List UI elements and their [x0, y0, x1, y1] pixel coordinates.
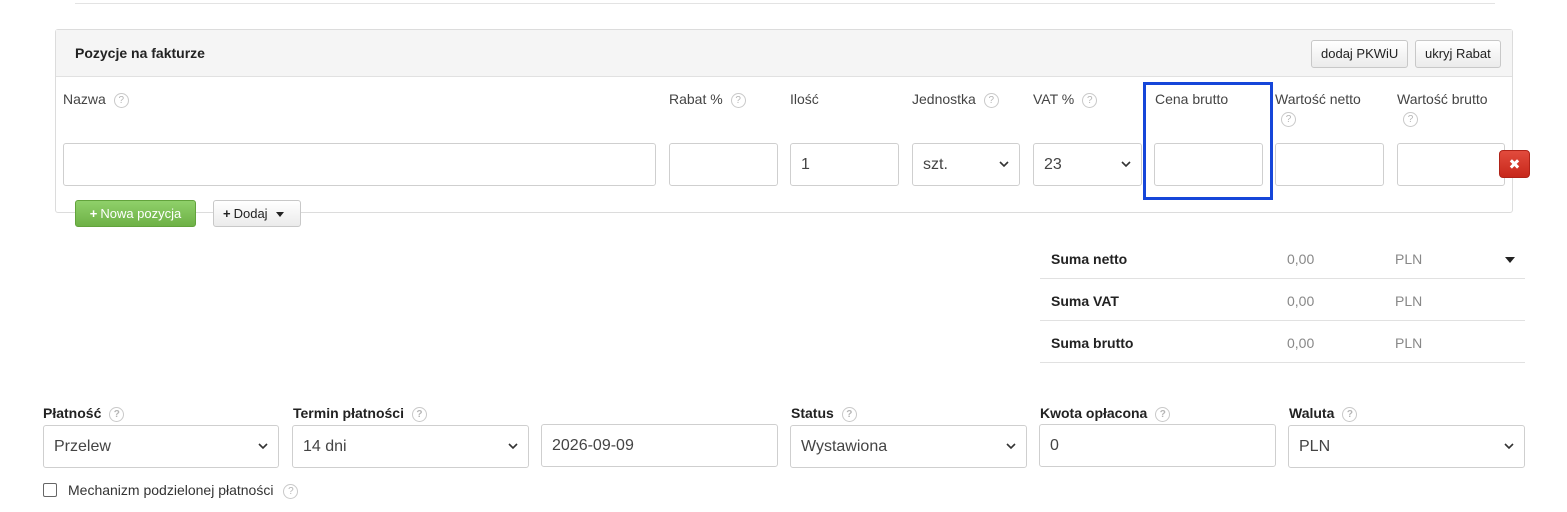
- column-header-name-label: Nazwa: [63, 91, 106, 107]
- chevron-down-icon: [1121, 161, 1131, 168]
- column-header-gross-value: Wartość brutto ?: [1397, 91, 1488, 127]
- item-unit-selected: szt.: [923, 156, 948, 173]
- summary-label: Suma netto: [1051, 251, 1128, 267]
- split-payment-checkbox[interactable]: [43, 483, 57, 497]
- item-net-value-input[interactable]: [1275, 143, 1384, 186]
- currency-label-text: Waluta: [1289, 405, 1335, 421]
- summary-currency: PLN: [1395, 335, 1423, 351]
- column-header-net-value: Wartość netto ?: [1275, 91, 1361, 127]
- chevron-down-icon: [508, 443, 518, 450]
- summary-value: 0,00: [1287, 335, 1315, 351]
- item-discount-input[interactable]: [669, 143, 778, 186]
- column-header-vat: VAT %?: [1033, 91, 1098, 108]
- gross-price-highlight: [1143, 82, 1273, 200]
- payment-method-select[interactable]: Przelew: [43, 425, 279, 468]
- caret-down-icon[interactable]: [1505, 257, 1515, 263]
- hide-discount-button[interactable]: ukryj Rabat: [1415, 40, 1501, 68]
- help-icon[interactable]: ?: [1082, 92, 1098, 108]
- summary-label: Suma VAT: [1051, 293, 1119, 309]
- currency-selected: PLN: [1299, 438, 1331, 455]
- column-header-name: Nazwa?: [63, 91, 129, 108]
- status-label-text: Status: [791, 405, 834, 421]
- plus-icon: +: [223, 206, 231, 221]
- chevron-down-icon: [1006, 443, 1016, 450]
- payment-term-select[interactable]: 14 dni: [292, 425, 529, 468]
- add-pkwiu-button[interactable]: dodaj PKWiU: [1311, 40, 1409, 68]
- item-vat-select[interactable]: 23: [1033, 143, 1142, 186]
- item-unit-select[interactable]: szt.: [912, 143, 1020, 186]
- summary-value: 0,00: [1287, 293, 1315, 309]
- summary-value: 0,00: [1287, 251, 1315, 267]
- item-quantity-input[interactable]: 1: [790, 143, 899, 186]
- paid-amount-input[interactable]: 0: [1039, 424, 1276, 467]
- plus-icon: +: [89, 206, 98, 221]
- status-label: Status?: [791, 405, 857, 422]
- panel-title: Pozycje na fakturze: [75, 45, 205, 61]
- item-vat-selected: 23: [1044, 156, 1062, 173]
- summary-label: Suma brutto: [1051, 335, 1134, 351]
- currency-label: Waluta?: [1289, 405, 1358, 422]
- help-icon[interactable]: ?: [983, 92, 999, 108]
- split-payment-label: Mechanizm podzielonej płatności?: [68, 482, 299, 499]
- caret-down-icon: [276, 212, 285, 218]
- help-icon[interactable]: ?: [283, 483, 299, 499]
- top-divider: [75, 0, 1495, 4]
- column-header-vat-label: VAT %: [1033, 91, 1075, 107]
- paid-amount-label-text: Kwota opłacona: [1040, 405, 1148, 421]
- help-icon[interactable]: ?: [1342, 406, 1358, 422]
- chevron-down-icon: [999, 161, 1009, 168]
- payment-method-selected: Przelew: [54, 438, 111, 455]
- column-header-net-value-label: Wartość netto: [1275, 91, 1361, 107]
- payment-method-label: Płatność?: [43, 405, 125, 422]
- currency-select[interactable]: PLN: [1288, 425, 1525, 468]
- column-header-gross-value-label: Wartość brutto: [1397, 91, 1488, 107]
- help-icon[interactable]: ?: [1403, 112, 1418, 127]
- help-icon[interactable]: ?: [1281, 112, 1296, 127]
- new-item-button[interactable]: + Nowa pozycja: [75, 200, 196, 227]
- column-header-discount: Rabat %?: [669, 91, 746, 108]
- chevron-down-icon: [258, 443, 268, 450]
- add-dropdown-button[interactable]: + Dodaj: [213, 200, 301, 227]
- summary-row-vat: Suma VAT 0,00 PLN: [1040, 279, 1525, 321]
- due-date-input[interactable]: 2026-09-09: [541, 424, 778, 467]
- status-select[interactable]: Wystawiona: [790, 425, 1027, 468]
- column-header-unit-label: Jednostka: [912, 91, 976, 107]
- new-item-label: Nowa pozycja: [100, 206, 182, 221]
- status-selected: Wystawiona: [801, 438, 888, 455]
- summary-currency: PLN: [1395, 293, 1423, 309]
- help-icon[interactable]: ?: [113, 92, 129, 108]
- item-gross-value-input[interactable]: [1397, 143, 1505, 186]
- delete-row-button[interactable]: ✖: [1499, 150, 1530, 178]
- summary-row-gross: Suma brutto 0,00 PLN: [1040, 321, 1525, 363]
- item-name-input[interactable]: [63, 143, 656, 186]
- chevron-down-icon: [1504, 443, 1514, 450]
- help-icon[interactable]: ?: [411, 406, 427, 422]
- column-header-quantity: Ilość: [790, 91, 819, 107]
- summary-currency: PLN: [1395, 251, 1423, 267]
- column-header-unit: Jednostka?: [912, 91, 999, 108]
- add-label: Dodaj: [233, 206, 268, 221]
- help-icon[interactable]: ?: [109, 406, 125, 422]
- payment-term-label: Termin płatności?: [293, 405, 427, 422]
- column-header-discount-label: Rabat %: [669, 91, 723, 107]
- summary-row-net: Suma netto 0,00 PLN: [1040, 237, 1525, 279]
- paid-amount-label: Kwota opłacona?: [1040, 405, 1171, 422]
- payment-term-selected: 14 dni: [303, 438, 347, 455]
- payment-term-label-text: Termin płatności: [293, 405, 404, 421]
- column-header-quantity-label: Ilość: [790, 91, 819, 107]
- panel-header: Pozycje na fakturze dodaj PKWiU ukryj Ra…: [56, 30, 1512, 77]
- help-icon[interactable]: ?: [1155, 406, 1171, 422]
- split-payment-label-text: Mechanizm podzielonej płatności: [68, 482, 274, 498]
- close-icon: ✖: [1508, 156, 1521, 172]
- payment-method-label-text: Płatność: [43, 405, 102, 421]
- help-icon[interactable]: ?: [730, 92, 746, 108]
- help-icon[interactable]: ?: [841, 406, 857, 422]
